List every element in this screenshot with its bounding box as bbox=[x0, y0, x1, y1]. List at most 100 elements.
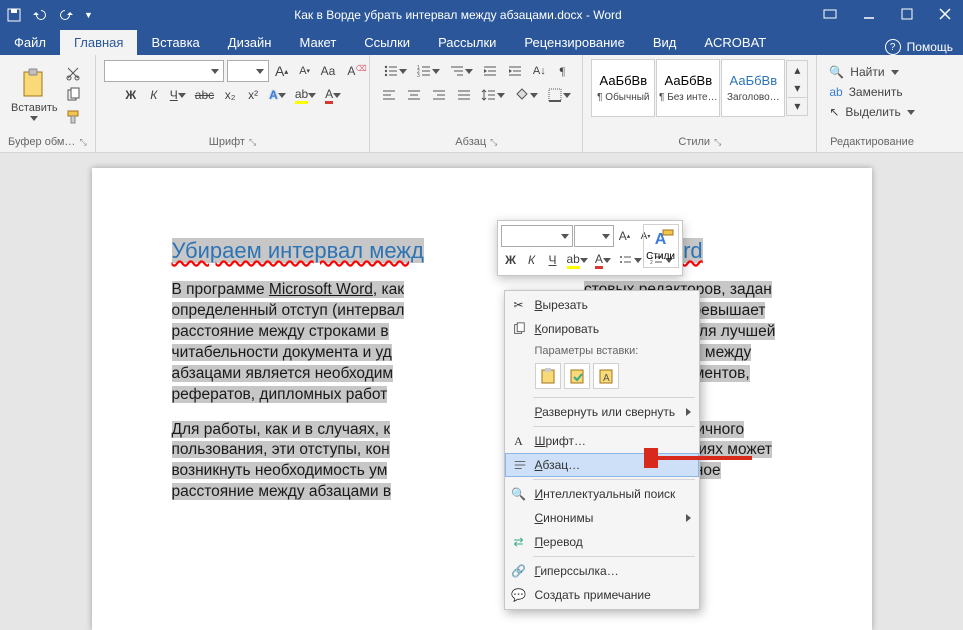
mini-bullets[interactable] bbox=[615, 249, 645, 271]
justify-button[interactable] bbox=[453, 85, 475, 105]
styles-more-icon[interactable]: ▾ bbox=[787, 97, 807, 115]
numbering-button[interactable]: 123 bbox=[413, 61, 443, 81]
ctx-paragraph[interactable]: Абзац… bbox=[505, 453, 699, 477]
copy-icon bbox=[511, 321, 527, 337]
styles-scroll-up-icon[interactable]: ▴ bbox=[787, 61, 807, 79]
style-nospacing[interactable]: АаБбВв¶ Без инте… bbox=[656, 59, 720, 117]
font-size-combo[interactable] bbox=[227, 60, 269, 82]
ctx-translate[interactable]: ⇄Перевод bbox=[505, 530, 699, 554]
ribbon-display-icon[interactable] bbox=[823, 7, 837, 24]
find-button[interactable]: 🔍Найти bbox=[825, 63, 918, 81]
font-color-button[interactable]: A bbox=[322, 85, 344, 105]
font-family-combo[interactable] bbox=[104, 60, 224, 82]
ctx-comment[interactable]: 💬Создать примечание bbox=[505, 583, 699, 607]
highlight-button[interactable]: ab bbox=[292, 85, 319, 105]
ribbon: Вставить Буфер обм…⤡ A▴ A▾ Aa A⌫ Ж К Ч a… bbox=[0, 55, 963, 153]
italic-button[interactable]: К bbox=[144, 85, 164, 105]
mini-bold[interactable]: Ж bbox=[501, 249, 521, 271]
clear-format-button[interactable]: A⌫ bbox=[341, 61, 361, 81]
align-center-button[interactable] bbox=[403, 85, 425, 105]
ctx-copy[interactable]: Копировать bbox=[505, 317, 699, 341]
paste-merge-icon[interactable] bbox=[564, 363, 590, 389]
maximize-icon[interactable] bbox=[901, 8, 913, 23]
sort-button[interactable]: A↓ bbox=[529, 61, 549, 81]
ctx-smart-lookup[interactable]: 🔍Интеллектуальный поиск bbox=[505, 482, 699, 506]
ctx-synonyms[interactable]: Синонимы bbox=[505, 506, 699, 530]
align-right-button[interactable] bbox=[428, 85, 450, 105]
ctx-expand[interactable]: Развернуть или свернуть bbox=[505, 400, 699, 424]
style-normal[interactable]: АаБбВв¶ Обычный bbox=[591, 59, 655, 117]
shrink-font-button[interactable]: A▾ bbox=[295, 61, 315, 81]
replace-button[interactable]: abЗаменить bbox=[825, 83, 918, 101]
mini-size-combo[interactable] bbox=[574, 225, 614, 247]
minimize-icon[interactable] bbox=[863, 8, 875, 23]
multilevel-button[interactable] bbox=[446, 61, 476, 81]
mini-grow-font[interactable]: A▴ bbox=[615, 225, 635, 247]
tab-file[interactable]: Файл bbox=[0, 30, 60, 55]
ctx-hyperlink[interactable]: 🔗Гиперссылка… bbox=[505, 559, 699, 583]
underline-button[interactable]: Ч bbox=[167, 85, 189, 105]
borders-button[interactable] bbox=[544, 85, 574, 105]
tab-references[interactable]: Ссылки bbox=[350, 30, 424, 55]
bold-button[interactable]: Ж bbox=[121, 85, 141, 105]
mini-font-combo[interactable] bbox=[501, 225, 573, 247]
subscript-button[interactable]: x₂ bbox=[220, 85, 240, 105]
mini-font-color[interactable]: A bbox=[592, 249, 614, 271]
ctx-font[interactable]: AШрифт… bbox=[505, 429, 699, 453]
search-icon: 🔍 bbox=[829, 65, 844, 79]
ctx-cut[interactable]: ✂Вырезать bbox=[505, 293, 699, 317]
paste-button[interactable]: Вставить bbox=[10, 59, 58, 129]
group-styles: АаБбВв¶ Обычный АаБбВв¶ Без инте… АаБбВв… bbox=[583, 55, 817, 152]
group-paragraph: 123 A↓ ¶ Абзац⤡ bbox=[370, 55, 583, 152]
tab-acrobat[interactable]: ACROBAT bbox=[690, 30, 780, 55]
line-spacing-button[interactable] bbox=[478, 85, 508, 105]
link-icon: 🔗 bbox=[511, 563, 527, 579]
tab-view[interactable]: Вид bbox=[639, 30, 691, 55]
bullets-button[interactable] bbox=[380, 61, 410, 81]
text-effects-button[interactable]: A bbox=[266, 85, 289, 105]
select-button[interactable]: ↖Выделить bbox=[825, 103, 918, 121]
format-painter-icon[interactable] bbox=[62, 107, 84, 127]
decrease-indent-button[interactable] bbox=[479, 61, 501, 81]
redo-icon[interactable] bbox=[58, 7, 74, 23]
increase-indent-button[interactable] bbox=[504, 61, 526, 81]
tab-insert[interactable]: Вставка bbox=[137, 30, 213, 55]
strike-button[interactable]: abc bbox=[192, 85, 217, 105]
document-page[interactable]: Убираем интервал междord В программе Mic… bbox=[92, 168, 872, 630]
undo-icon[interactable] bbox=[32, 7, 48, 23]
styles-scroll-down-icon[interactable]: ▾ bbox=[787, 79, 807, 97]
show-marks-button[interactable]: ¶ bbox=[552, 61, 572, 81]
change-case-button[interactable]: Aa bbox=[318, 61, 339, 81]
dialog-launcher-icon[interactable]: ⤡ bbox=[714, 137, 721, 148]
tab-mailings[interactable]: Рассылки bbox=[424, 30, 510, 55]
help-label[interactable]: Помощь bbox=[907, 40, 953, 54]
group-clipboard: Вставить Буфер обм…⤡ bbox=[0, 55, 96, 152]
tab-home[interactable]: Главная bbox=[60, 30, 137, 55]
mini-underline[interactable]: Ч bbox=[543, 249, 563, 271]
doc-heading: Убираем интервал междord bbox=[172, 238, 792, 264]
copy-icon[interactable] bbox=[62, 85, 84, 105]
tab-layout[interactable]: Макет bbox=[285, 30, 350, 55]
mini-styles-button[interactable]: A Стили bbox=[643, 224, 679, 268]
shading-button[interactable] bbox=[511, 85, 541, 105]
style-heading1[interactable]: АаБбВвЗаголово… bbox=[721, 59, 785, 117]
save-icon[interactable] bbox=[6, 7, 22, 23]
cut-icon[interactable] bbox=[62, 63, 84, 83]
dialog-launcher-icon[interactable]: ⤡ bbox=[249, 137, 256, 148]
close-icon[interactable] bbox=[939, 8, 951, 23]
mini-highlight[interactable]: ab bbox=[564, 249, 591, 271]
dialog-launcher-icon[interactable]: ⤡ bbox=[490, 137, 497, 148]
superscript-button[interactable]: x² bbox=[243, 85, 263, 105]
qat-more-icon[interactable]: ▼ bbox=[84, 10, 93, 20]
grow-font-button[interactable]: A▴ bbox=[272, 61, 292, 81]
paste-text-only-icon[interactable]: A bbox=[593, 363, 619, 389]
font-group-label: Шрифт bbox=[209, 136, 245, 148]
mini-italic[interactable]: К bbox=[522, 249, 542, 271]
tab-review[interactable]: Рецензирование bbox=[510, 30, 638, 55]
help-icon[interactable]: ? bbox=[885, 39, 901, 55]
paste-keep-source-icon[interactable] bbox=[535, 363, 561, 389]
tab-design[interactable]: Дизайн bbox=[214, 30, 286, 55]
align-left-button[interactable] bbox=[378, 85, 400, 105]
styles-group-label: Стили bbox=[678, 136, 710, 148]
dialog-launcher-icon[interactable]: ⤡ bbox=[79, 137, 86, 148]
